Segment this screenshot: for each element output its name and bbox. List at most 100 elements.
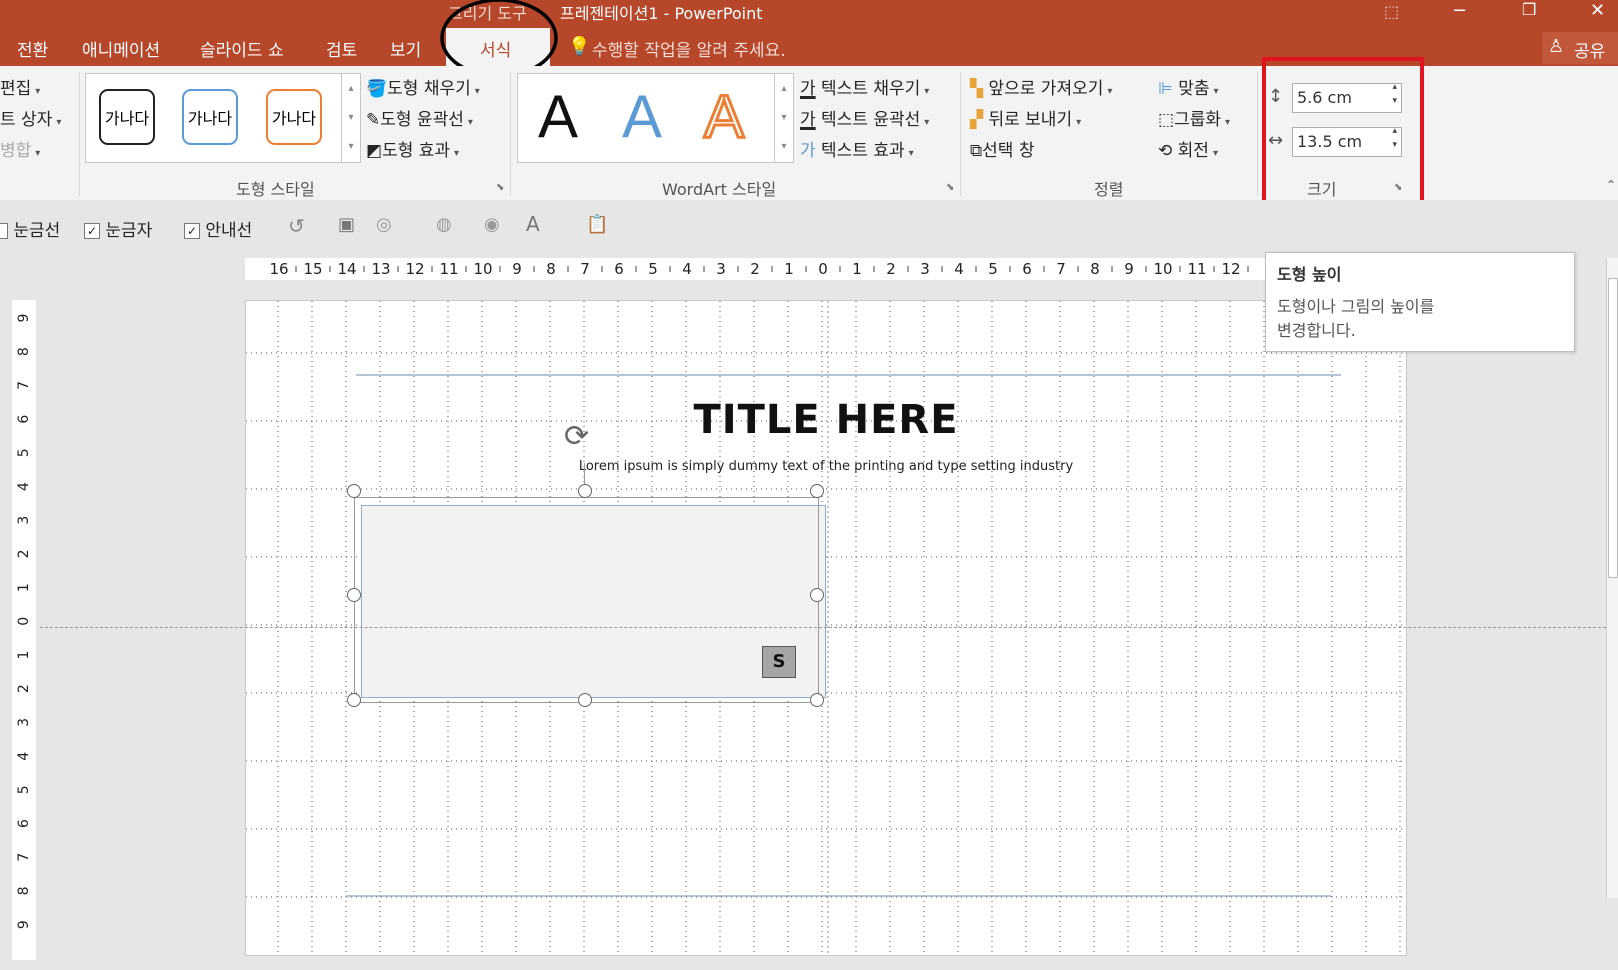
tab-view[interactable]: 보기 bbox=[390, 36, 421, 61]
group-label-wordart: WordArt 스타일 bbox=[662, 180, 777, 199]
tab-animations[interactable]: 애니메이션 bbox=[82, 36, 160, 61]
bring-forward-button[interactable]: ▚ 앞으로 가져오기 ▾ bbox=[970, 74, 1112, 99]
shape-fill-button[interactable]: 🪣도형 채우기 ▾ bbox=[366, 74, 480, 99]
text-outline-button[interactable]: 가 텍스트 윤곽선 ▾ bbox=[800, 105, 929, 130]
resize-handle-nw[interactable] bbox=[347, 484, 361, 498]
text-fill-icon: 가 bbox=[800, 79, 816, 99]
window-title: 프레젠테이션1 - PowerPoint bbox=[560, 4, 763, 23]
resize-handle-sw[interactable] bbox=[347, 693, 361, 707]
resize-handle-w[interactable] bbox=[347, 588, 361, 602]
person-icon: ♙ bbox=[1548, 36, 1565, 57]
group-button[interactable]: ⬚그룹화 ▾ bbox=[1158, 105, 1230, 130]
shape-union-icon[interactable]: ◎ bbox=[376, 214, 392, 235]
wordart-orange[interactable]: A bbox=[702, 82, 745, 152]
wordart-black[interactable]: A bbox=[538, 82, 578, 151]
ruler-check[interactable]: ✓ bbox=[84, 223, 100, 239]
vertical-scrollbar[interactable] bbox=[1606, 258, 1618, 898]
resize-handle-e[interactable] bbox=[810, 588, 824, 602]
selection-pane-button[interactable]: ⧉선택 창 bbox=[970, 136, 1034, 161]
tab-slideshow[interactable]: 슬라이드 쇼 bbox=[200, 36, 284, 61]
text-effects-icon: 가 bbox=[800, 141, 816, 161]
slide-subtitle[interactable]: Lorem ipsum is simply dummy text of the … bbox=[246, 459, 1406, 474]
share-label: 공유 bbox=[1574, 42, 1606, 62]
ruler-tick-label: 3 bbox=[16, 516, 32, 525]
guides-check[interactable]: ✓ bbox=[184, 223, 200, 239]
rotate-icon: ⟲ bbox=[1158, 141, 1173, 161]
gallery-scroll[interactable]: ▴ ▾ ▾ bbox=[341, 73, 361, 163]
resize-handle-s[interactable] bbox=[578, 693, 592, 707]
share-button[interactable]: ♙ 공유 bbox=[1542, 32, 1618, 64]
resize-handle-se[interactable] bbox=[810, 693, 824, 707]
rotate-button[interactable]: ⟲ 회전 ▾ bbox=[1158, 136, 1218, 161]
tell-me-input[interactable]: 수행할 작업을 알려 주세요. bbox=[592, 36, 786, 61]
tab-transitions[interactable]: 전환 bbox=[17, 36, 48, 61]
title-bar: 그리기 도구 프레젠테이션1 - PowerPoint ⬚ − ❐ ✕ bbox=[0, 0, 1618, 28]
ruler-tick-label: 14 bbox=[337, 260, 356, 278]
tooltip-title: 도형 높이 bbox=[1277, 265, 1342, 284]
restore-icon[interactable]: ❐ bbox=[1522, 0, 1536, 19]
ruler-tick-label: 11 bbox=[1187, 260, 1206, 278]
ruler-tick-label: 7 bbox=[16, 381, 32, 390]
ruler-tick-label: 12 bbox=[1221, 260, 1240, 278]
ruler-tick-label: 3 bbox=[920, 260, 930, 278]
scrollbar-thumb[interactable] bbox=[1608, 278, 1618, 578]
resize-handle-ne[interactable] bbox=[810, 484, 824, 498]
ruler-tick-label: 4 bbox=[954, 260, 964, 278]
rotate-handle-icon[interactable]: ⟳ bbox=[564, 419, 589, 454]
ruler-tick-label: 16 bbox=[269, 260, 288, 278]
shape-style-black[interactable]: 가나다 bbox=[99, 89, 155, 145]
slideshow-icon[interactable]: ▣ bbox=[338, 214, 355, 235]
merge-shapes-button[interactable]: 병합 ▾ bbox=[0, 136, 40, 161]
ruler-tick-label: 3 bbox=[16, 718, 32, 727]
ribbon-display-icon[interactable]: ⬚ bbox=[1384, 2, 1399, 21]
paint-bucket-icon: 🪣 bbox=[366, 79, 388, 99]
slide-canvas[interactable]: TITLE HERE Lorem ipsum is simply dummy t… bbox=[245, 300, 1407, 956]
shape-intersect-icon[interactable]: ◉ bbox=[484, 214, 500, 235]
align-icon: ⊫ bbox=[1158, 79, 1173, 99]
ruler-tick-label: 10 bbox=[1153, 260, 1172, 278]
gridlines-check[interactable] bbox=[0, 223, 8, 239]
ruler-tick-label: 9 bbox=[16, 920, 32, 929]
send-backward-button[interactable]: ▞ 뒤로 보내기 ▾ bbox=[970, 105, 1081, 130]
guides-checkbox[interactable]: ✓ 안내선 bbox=[184, 216, 252, 241]
ruler-tick-label: 2 bbox=[886, 260, 896, 278]
dialog-launcher-icon[interactable]: ⬊ bbox=[496, 182, 504, 193]
shape-combine-icon[interactable]: ◍ bbox=[436, 214, 452, 235]
minimize-icon[interactable]: − bbox=[1452, 0, 1467, 21]
gridlines-checkbox[interactable]: 눈금선 bbox=[0, 216, 60, 241]
wordart-blue[interactable]: A bbox=[622, 82, 662, 151]
horizontal-guide[interactable] bbox=[40, 627, 1606, 628]
ruler-tick-label: 2 bbox=[750, 260, 760, 278]
tooltip-shape-height: 도형 높이 도형이나 그림의 높이를 변경합니다. bbox=[1265, 252, 1575, 352]
ruler-tick-label: 5 bbox=[16, 448, 32, 457]
text-effects-button[interactable]: 가 텍스트 효과 ▾ bbox=[800, 136, 914, 161]
shape-effects-button[interactable]: ◩도형 효과 ▾ bbox=[366, 136, 459, 161]
ruler-tick-label: 15 bbox=[303, 260, 322, 278]
ruler-tick-label: 9 bbox=[1124, 260, 1134, 278]
ruler-tick-label: 13 bbox=[371, 260, 390, 278]
text-fill-button[interactable]: 가 텍스트 채우기 ▾ bbox=[800, 74, 929, 99]
close-icon[interactable]: ✕ bbox=[1590, 0, 1605, 21]
group-separator bbox=[1257, 72, 1258, 196]
edit-shape-button[interactable]: 편집 ▾ bbox=[0, 74, 40, 99]
dialog-launcher-icon[interactable]: ⬊ bbox=[946, 182, 954, 193]
shape-outline-button[interactable]: ✎도형 윤곽선 ▾ bbox=[366, 105, 473, 130]
wordart-gallery: A A A bbox=[517, 73, 775, 163]
tab-review[interactable]: 검토 bbox=[326, 36, 357, 61]
ruler-checkbox[interactable]: ✓ 눈금자 bbox=[84, 216, 152, 241]
text-style-icon[interactable]: A bbox=[526, 212, 540, 236]
shape-style-blue[interactable]: 가나다 bbox=[182, 89, 238, 145]
align-button[interactable]: ⊫ 맞춤 ▾ bbox=[1158, 74, 1219, 99]
slide-title[interactable]: TITLE HERE bbox=[246, 397, 1406, 443]
wordart-scroll[interactable]: ▴ ▾ ▾ bbox=[774, 73, 794, 163]
ruler-tick-label: 8 bbox=[1090, 260, 1100, 278]
undo-icon[interactable]: ↺ bbox=[288, 214, 305, 238]
collapse-ribbon-icon[interactable]: ⌃ bbox=[1606, 178, 1616, 192]
shape-style-orange[interactable]: 가나다 bbox=[266, 89, 322, 145]
ruler-tick-label: 7 bbox=[1056, 260, 1066, 278]
bring-forward-icon: ▚ bbox=[970, 79, 984, 99]
ruler-tick-label: 8 bbox=[546, 260, 556, 278]
paste-icon[interactable]: 📋 bbox=[586, 214, 608, 235]
resize-handle-n[interactable] bbox=[578, 484, 592, 498]
text-box-button[interactable]: 트 상자 ▾ bbox=[0, 105, 61, 130]
